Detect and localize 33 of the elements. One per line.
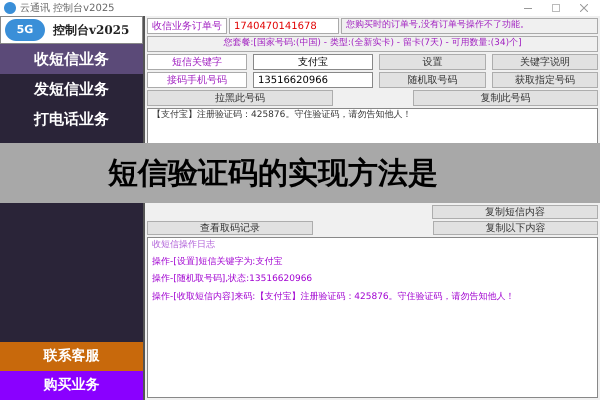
order-hint: 您购买时的订单号,没有订单号操作不了功能。 [341, 18, 598, 34]
log-title: 收短信操作日志 [152, 239, 216, 252]
log-line: 操作-[收取短信内容]来码:【支付宝】注册验证码：425876。守住验证码，请勿告知他人！ [152, 290, 516, 304]
cloud-logo-icon: 5G [5, 19, 45, 41]
window-title: 云通讯 控制台v2025 [20, 2, 115, 16]
close-icon[interactable] [580, 4, 588, 12]
action-button[interactable]: 随机取号码 [379, 72, 486, 88]
action-button[interactable]: 查看取码记录 [147, 221, 312, 235]
brand-title: 控制台v2025 [53, 22, 130, 39]
input-field[interactable]: 支付宝 [253, 54, 373, 70]
maximize-icon[interactable] [552, 4, 560, 12]
app-icon [4, 2, 16, 14]
sidebar-button[interactable]: 联系客服 [0, 342, 143, 371]
title-banner: 短信验证码的实现方法是 [0, 143, 600, 203]
action-button[interactable]: 复制此号码 [412, 90, 598, 106]
action-button[interactable]: 关键字说明 [492, 54, 598, 70]
package-info: 您套餐:[国家号码:(中国) - 类型:(全新实卡) - 留卡(7天) - 可用数量:(34)个] [147, 36, 598, 52]
action-button[interactable]: 复制短信内容 [432, 205, 598, 219]
field-label: 接码手机号码 [147, 72, 247, 88]
log-textarea[interactable]: 收短信操作日志 操作-[设置]短信关键字为:支付宝 操作-[随机取号码],状态:13516620966 操作-[收取短信内容]来码:【支付宝】注册验证码：425876。守住验证码，请勿告知他人！ [147, 237, 598, 398]
order-number-field[interactable]: 1740470141678 [229, 18, 339, 34]
action-button[interactable]: 复制以下内容 [432, 221, 598, 235]
log-line: 操作-[随机取号码],状态:13516620966 [152, 273, 314, 286]
nav-item[interactable]: 收短信业务 [0, 44, 143, 74]
field-label: 收信业务订单号 [147, 18, 227, 34]
action-button[interactable]: 拉黑此号码 [147, 90, 332, 106]
action-button[interactable]: 获取指定号码 [492, 72, 598, 88]
field-label: 短信关键字 [147, 54, 247, 70]
action-button[interactable]: 设置 [379, 54, 486, 70]
sidebar-button[interactable]: 购买业务 [0, 371, 143, 400]
log-line: 操作-[设置]短信关键字为:支付宝 [152, 256, 284, 268]
input-field[interactable]: 13516620966 [253, 72, 373, 88]
message-textarea[interactable]: 【支付宝】注册验证码：425876。守住验证码，请勿告知他人！ [147, 108, 598, 143]
